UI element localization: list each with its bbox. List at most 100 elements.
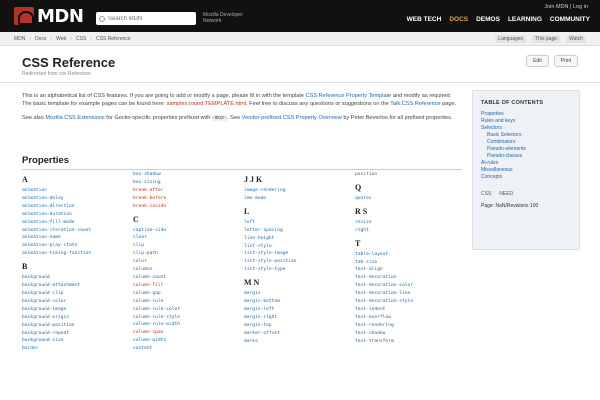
property-link[interactable]: text-indent xyxy=(355,306,413,314)
property-link[interactable]: resize xyxy=(355,219,413,227)
toc-item[interactable]: Pseudo-classes xyxy=(487,153,579,160)
template-sample-link[interactable]: samples:round:TEMPLATE.html xyxy=(167,101,246,107)
property-link[interactable]: margin xyxy=(244,290,297,298)
property-link[interactable]: background-size xyxy=(22,337,91,345)
property-link[interactable]: clip-path xyxy=(133,250,180,258)
nav-web-tech[interactable]: WEB TECH xyxy=(407,16,442,23)
property-link[interactable]: break-before xyxy=(133,195,180,203)
property-link[interactable]: text-shadow xyxy=(355,330,413,338)
print-button[interactable]: Print xyxy=(553,55,578,67)
property-link[interactable]: color xyxy=(133,258,180,266)
crumb-mdn[interactable]: MDN xyxy=(14,36,25,42)
property-link[interactable]: column-rule-color xyxy=(133,306,180,314)
property-link[interactable]: column-gap xyxy=(133,290,180,298)
nav-demos[interactable]: DEMOS xyxy=(476,16,500,23)
property-link[interactable]: column-rule-width xyxy=(133,321,180,329)
property-link[interactable]: list-style-type xyxy=(244,266,297,274)
nav-learning[interactable]: LEARNING xyxy=(508,16,542,23)
property-link[interactable]: ime-mode xyxy=(244,195,297,203)
property-link[interactable]: text-rendering xyxy=(355,322,413,330)
property-link[interactable]: background-attachment xyxy=(22,282,91,290)
crumb-web[interactable]: Web xyxy=(56,36,66,42)
user-links[interactable]: Join MDN | Log in xyxy=(544,4,588,10)
property-link[interactable]: animation-name xyxy=(22,234,91,242)
property-link[interactable]: border xyxy=(22,345,91,353)
property-link[interactable]: column-rule xyxy=(133,298,180,306)
moz-extensions-link[interactable]: Mozilla CSS Extensions xyxy=(45,115,104,121)
toc-item[interactable]: Pseudo-elements xyxy=(487,146,579,153)
property-link[interactable]: marker-offset xyxy=(244,330,297,338)
property-link[interactable]: animation-timing-function xyxy=(22,250,91,258)
search-box[interactable] xyxy=(96,12,196,25)
property-link[interactable]: columns xyxy=(133,266,180,274)
crumb-css[interactable]: CSS xyxy=(76,36,86,42)
toc-item[interactable]: Basic Selectors xyxy=(487,132,579,139)
property-link[interactable]: margin-left xyxy=(244,306,297,314)
property-link[interactable]: text-align xyxy=(355,266,413,274)
property-link[interactable]: background-origin xyxy=(22,314,91,322)
this-page-button[interactable]: This page xyxy=(532,35,561,43)
edit-button[interactable]: Edit xyxy=(526,55,549,67)
property-link[interactable]: marks xyxy=(244,338,297,346)
property-link[interactable]: list-style xyxy=(244,243,297,251)
property-link[interactable]: left xyxy=(244,219,297,227)
page-revisions[interactable]: Page: NaN/Revisions 100 xyxy=(481,203,579,209)
property-link[interactable]: tab-size xyxy=(355,259,413,267)
template-link[interactable]: CSS Reference Property Template xyxy=(306,93,392,99)
property-link[interactable]: column-fill xyxy=(133,282,180,290)
mdn-logo[interactable]: MDN xyxy=(14,6,84,27)
property-link[interactable]: margin-right xyxy=(244,314,297,322)
toc-item[interactable]: Properties xyxy=(481,111,579,118)
property-link[interactable]: text-overflow xyxy=(355,314,413,322)
toc-item[interactable]: Combinators xyxy=(487,139,579,146)
property-link[interactable]: animation xyxy=(22,187,91,195)
tag-css[interactable]: CSS xyxy=(481,191,491,197)
property-link[interactable]: text-decoration-style xyxy=(355,298,413,306)
crumb-docs[interactable]: Docs xyxy=(35,36,46,42)
property-link[interactable]: background xyxy=(22,274,91,282)
property-link[interactable]: animation-direction xyxy=(22,203,91,211)
property-link[interactable]: list-style-position xyxy=(244,258,297,266)
property-link[interactable]: image-rendering xyxy=(244,187,297,195)
property-link[interactable]: column-span xyxy=(133,329,180,337)
property-link[interactable]: background-position xyxy=(22,322,91,330)
property-link[interactable]: background-image xyxy=(22,306,91,314)
nav-community[interactable]: COMMUNITY xyxy=(550,16,590,23)
property-link[interactable]: animation-fill-mode xyxy=(22,219,91,227)
property-link[interactable]: content xyxy=(133,345,180,353)
property-link[interactable]: clear xyxy=(133,234,180,242)
nav-docs[interactable]: DOCS xyxy=(449,16,468,23)
property-link[interactable]: break-after xyxy=(133,187,180,195)
property-link[interactable]: background-repeat xyxy=(22,330,91,338)
property-link[interactable]: animation-iteration-count xyxy=(22,227,91,235)
property-link[interactable]: clip xyxy=(133,242,180,250)
property-link[interactable]: margin-bottom xyxy=(244,298,297,306)
property-link[interactable]: margin-top xyxy=(244,322,297,330)
toc-item[interactable]: Rules and keys xyxy=(481,118,579,125)
search-input[interactable] xyxy=(108,15,192,22)
property-link[interactable]: box-shadow xyxy=(133,171,180,179)
languages-button[interactable]: Languages xyxy=(495,35,527,43)
watch-button[interactable]: Watch xyxy=(566,35,586,43)
property-link[interactable]: column-count xyxy=(133,274,180,282)
property-link[interactable]: caption-side xyxy=(133,227,180,235)
property-link[interactable]: animation-play-state xyxy=(22,242,91,250)
property-link[interactable]: box-sizing xyxy=(133,179,180,187)
property-link[interactable]: background-clip xyxy=(22,290,91,298)
property-link[interactable]: background-color xyxy=(22,298,91,306)
property-link[interactable]: list-style-image xyxy=(244,250,297,258)
vendor-prefix-link[interactable]: Vendor-prefixed CSS Property Overview xyxy=(242,115,342,121)
property-link[interactable]: table-layout xyxy=(355,251,413,259)
property-link[interactable]: column-rule-style xyxy=(133,314,180,322)
property-link[interactable]: right xyxy=(355,227,413,235)
property-link[interactable]: line-height xyxy=(244,235,297,243)
toc-item[interactable]: Miscellaneous xyxy=(481,167,579,174)
property-link[interactable]: position xyxy=(355,171,413,179)
property-link[interactable]: quotes xyxy=(355,195,413,203)
toc-item[interactable]: Concepts xyxy=(481,174,579,181)
talk-page-link[interactable]: Talk:CSS Reference xyxy=(390,101,440,107)
property-link[interactable]: animation-duration xyxy=(22,211,91,219)
property-link[interactable]: text-decoration xyxy=(355,274,413,282)
property-link[interactable]: letter-spacing xyxy=(244,227,297,235)
property-link[interactable]: text-transform xyxy=(355,338,413,346)
